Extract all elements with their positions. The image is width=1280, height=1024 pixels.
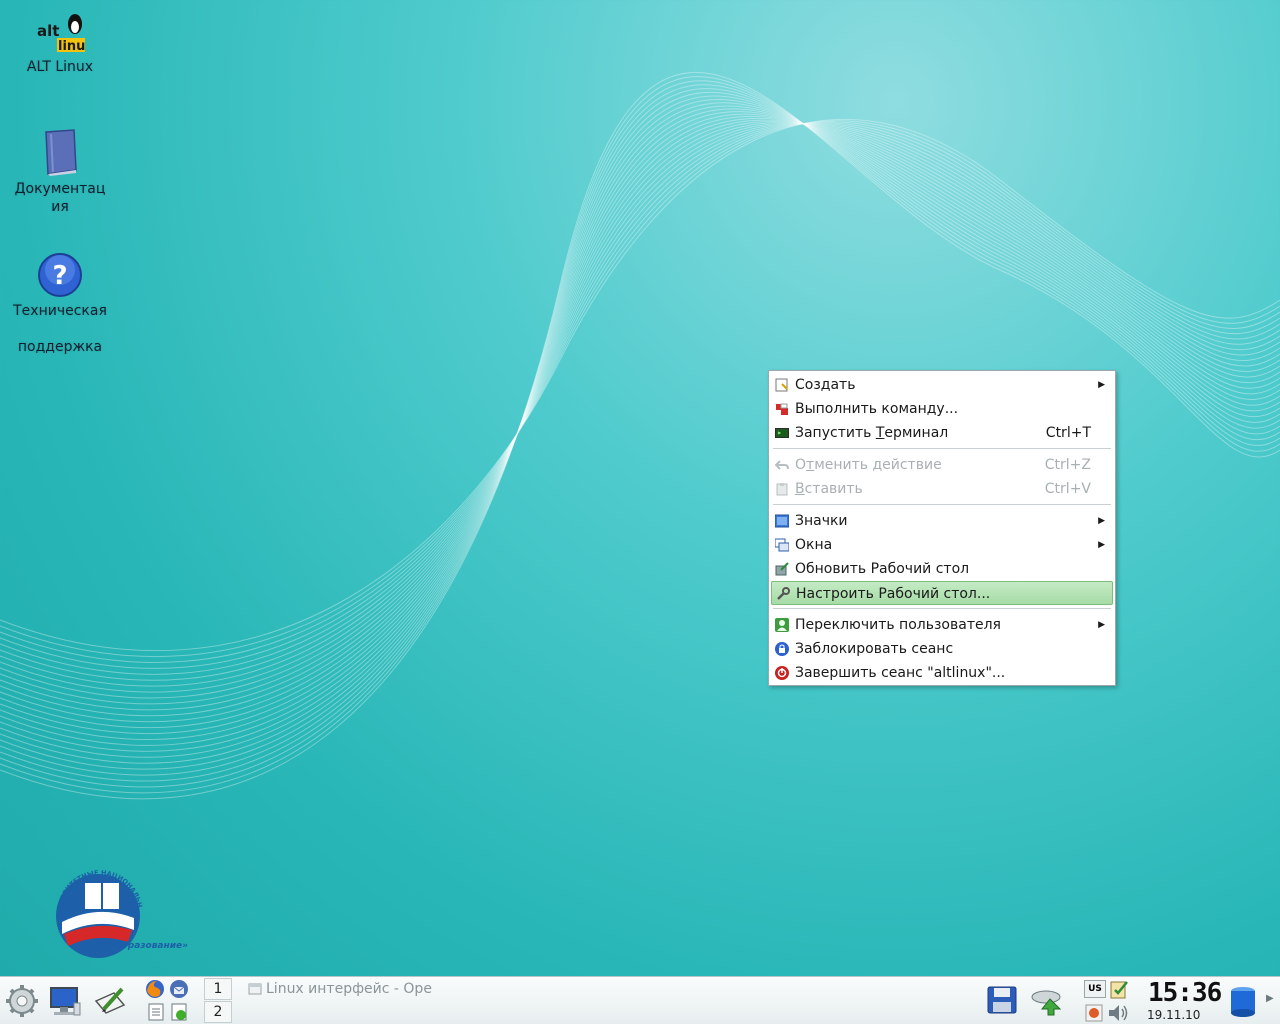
task-title-label: Linux интерфейс - Ope [266,981,432,997]
text-editor-launcher[interactable] [92,985,128,1021]
keyboard-layout-indicator[interactable]: US [1084,980,1106,998]
taskbar-task-button[interactable]: Linux интерфейс - Ope [246,978,446,1000]
desktop-icon-label-line2: ия [51,199,69,215]
help-icon: ? [38,253,82,297]
menu-item-run-terminal[interactable]: Запустить Терминал Ctrl+T [771,421,1113,445]
office-writer-launcher[interactable] [147,1003,165,1024]
paste-icon [776,483,788,496]
logout-icon [775,666,789,680]
firefox-launcher[interactable] [145,979,165,1003]
desktop-icon-label: ALT Linux [26,59,94,75]
save-tray-button[interactable] [986,985,1018,1019]
menu-item-configure-desktop[interactable]: Настроить Рабочий стол... [771,581,1113,605]
panel-hide-arrow-icon[interactable]: ▶ [1266,993,1274,1004]
clipboard-icon [1110,981,1128,999]
menu-separator [773,608,1111,609]
submenu-arrow-icon: ▶ [1098,380,1105,390]
show-desktop-button[interactable] [48,985,82,1021]
menu-item-undo[interactable]: Отменить действие Ctrl+Z [771,453,1113,477]
pen-notepad-icon [94,987,126,1014]
desktop-icon-label-line2: поддержка [17,339,103,355]
desktop-icon-alt-linux[interactable]: alt linux ALT Linux [0,12,120,76]
submenu-arrow-icon: ▶ [1098,540,1105,550]
wrench-icon [777,587,790,600]
windows-icon [775,538,789,552]
menu-item-run-command[interactable]: Выполнить команду... [771,397,1113,421]
desktop-icon-label-line1: Техническая [13,303,107,319]
desktop-icon-label-line1: Документац [14,181,106,197]
speaker-icon [1109,1005,1128,1021]
menu-item-refresh-desktop[interactable]: Обновить Рабочий стол [771,557,1113,581]
cylinder-icon [1231,987,1255,1017]
desktop-icon-tech-support[interactable]: ? Техническая поддержка [0,252,120,356]
thunderbird-icon [170,980,188,998]
undo-icon [775,460,789,470]
submenu-arrow-icon: ▶ [1098,620,1105,630]
clock-time[interactable]: 15:36 [1148,978,1222,1008]
icons-view-icon [775,514,789,528]
svg-text:«Образование»: «Образование» [108,940,188,951]
desktop-icon-documentation[interactable]: Документац ия [0,128,120,216]
spreadsheet-icon [171,1003,187,1021]
alt-linux-logo-icon: alt linux [37,14,85,54]
thunderbird-launcher[interactable] [169,979,189,1003]
kde-gear-icon [6,985,38,1017]
menu-separator [773,448,1111,449]
klipper-tray-button[interactable] [1108,979,1130,1003]
network-tray-button[interactable] [1030,987,1066,1021]
update-tray-button[interactable] [1084,1003,1104,1024]
svg-text:linux: linux [58,39,85,54]
computer-icon [50,987,81,1016]
menu-item-switch-user[interactable]: Переключить пользователя ▶ [771,613,1113,637]
taskbar: 1 2 Linux интерфейс - Ope US ▶ [0,976,1280,1024]
lock-icon [775,642,789,656]
desktop-context-menu: Создать ▶ Выполнить команду... Запустить… [768,370,1116,686]
clock-date: 19.11.10 [1147,1008,1201,1022]
svg-text:?: ? [52,261,67,291]
menu-item-lock-session[interactable]: Заблокировать сеанс [771,637,1113,661]
volume-tray-button[interactable] [1106,1003,1130,1024]
menu-item-create[interactable]: Создать ▶ [771,373,1113,397]
svg-text:alt: alt [37,22,59,40]
menu-item-logout[interactable]: Завершить сеанс "altlinux"... [771,661,1113,685]
firefox-icon [146,980,164,998]
run-command-icon [776,403,788,415]
menu-item-windows[interactable]: Окна ▶ [771,533,1113,557]
menu-separator [773,504,1111,505]
menu-item-paste[interactable]: Вставить Ctrl+V [771,477,1113,501]
shortcut-label: Ctrl+Z [1044,457,1091,473]
shortcut-label: Ctrl+T [1045,425,1091,441]
trash-tray-button[interactable] [1228,985,1258,1023]
window-icon [248,983,262,995]
network-icon [1031,990,1062,1016]
office-calc-launcher[interactable] [170,1003,188,1024]
kde-menu-button[interactable] [4,983,40,1023]
update-notifier-icon [1085,1004,1103,1022]
floppy-disk-icon [987,986,1017,1014]
new-document-icon [775,378,788,392]
submenu-arrow-icon: ▶ [1098,516,1105,526]
desktop-pager-2[interactable]: 2 [204,1001,232,1023]
education-project-emblem: «Образование» ПРИОРИТЕТНЫЕ НАЦИОНАЛЬНЫЕ … [48,870,188,958]
switch-user-icon [775,618,789,632]
refresh-desktop-icon [775,562,789,576]
book-icon [45,129,77,176]
desktop-pager-1[interactable]: 1 [204,978,232,1000]
document-icon [148,1003,164,1021]
menu-item-icons[interactable]: Значки ▶ [771,509,1113,533]
shortcut-label: Ctrl+V [1044,481,1091,497]
terminal-icon [775,428,789,438]
